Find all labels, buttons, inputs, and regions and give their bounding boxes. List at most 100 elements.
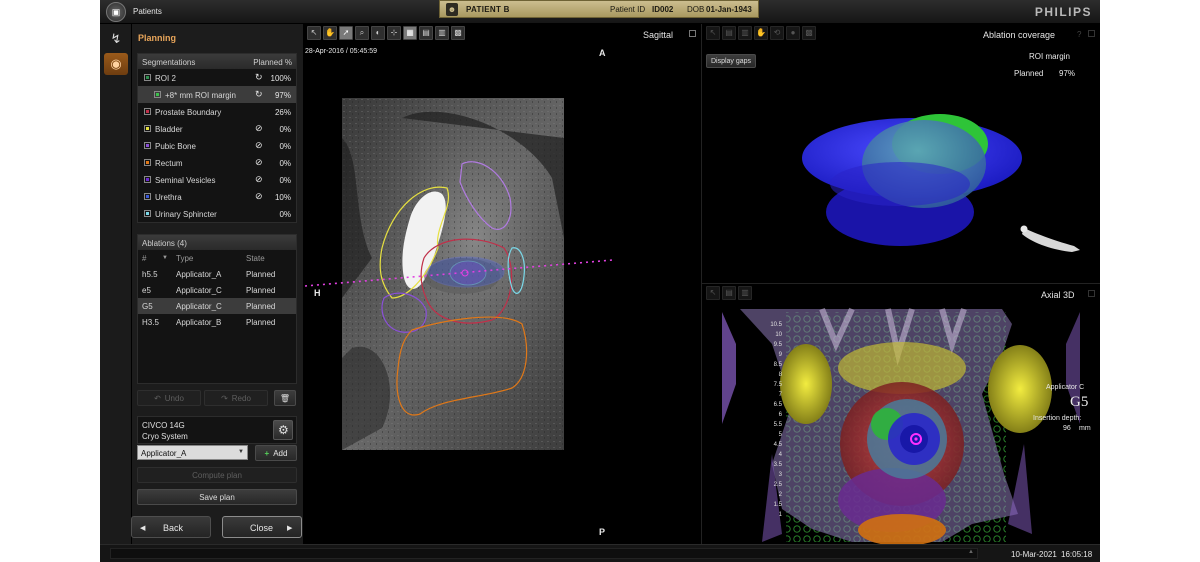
planned-percent: 0% <box>279 159 291 168</box>
grid-row-label: 5.5 <box>773 422 782 428</box>
ablation-row[interactable]: e5 Applicator_C Planned <box>138 282 296 298</box>
device-system: Cryo System <box>142 432 188 441</box>
applicator-select[interactable]: Applicator_A <box>137 445 248 460</box>
grid-row-label: 9 <box>778 352 782 358</box>
segmentation-row[interactable]: Rectum ⊘ 0% <box>138 154 296 171</box>
segmentation-row[interactable]: ROI 2 ↻ 100% <box>138 69 296 86</box>
dob-label: DOB <box>687 5 705 14</box>
patient-name: PATIENT B <box>466 5 510 14</box>
ablation-row[interactable]: h5.5 Applicator_A Planned <box>138 266 296 282</box>
planned-column-header: Planned % <box>253 58 292 67</box>
add-button[interactable]: + Add <box>255 445 297 461</box>
segmentation-row[interactable]: Seminal Vesicles ⊘ 0% <box>138 171 296 188</box>
no-entry-icon[interactable]: ⊘ <box>255 174 263 185</box>
color-swatch <box>144 142 151 149</box>
color-swatch <box>144 108 151 115</box>
planned-percent: 26% <box>274 108 291 117</box>
grid-row-label: 6.5 <box>773 402 782 408</box>
ablation-num: h5.5 <box>142 270 158 279</box>
grid-row-label: 3.5 <box>773 462 782 468</box>
planned-percent: 10% <box>274 193 291 202</box>
sort-arrow-icon[interactable]: ▼ <box>162 255 168 261</box>
segmentation-row[interactable]: Bladder ⊘ 0% <box>138 120 296 137</box>
back-button[interactable]: ◀ Back <box>131 516 211 538</box>
coverage-viewport[interactable]: ↖ ▤ ▥ ✋ ⟲ ● ▩ Ablation coverage ? Displa… <box>701 24 1100 283</box>
segmentation-row[interactable]: Prostate Boundary 26% <box>138 103 296 120</box>
no-entry-icon[interactable]: ⊘ <box>255 123 263 134</box>
planned-percent: 97% <box>274 91 291 100</box>
planned-percent: 0% <box>279 142 291 151</box>
coverage-3d-render <box>802 114 1080 252</box>
grid-row-label: 4.5 <box>773 442 782 448</box>
grid-row-label: 6 <box>778 412 782 418</box>
ablation-row[interactable]: G5 Applicator_C Planned <box>138 298 296 314</box>
edit-circle-icon[interactable]: ↻ <box>255 89 263 100</box>
segmentation-row[interactable]: Urinary Sphincter 0% <box>138 205 296 222</box>
gear-icon: ⚙ <box>278 423 289 437</box>
segmentation-row[interactable]: Pubic Bone ⊘ 0% <box>138 137 296 154</box>
segmentation-row[interactable]: +8* mm ROI margin ↻ 97% <box>138 86 296 103</box>
redo-button[interactable]: ↷ Redo <box>204 390 268 406</box>
needle-trajectory-overlay <box>304 259 614 287</box>
planning-panel: Planning Segmentations Planned % ROI 2 ↻ 1… <box>131 24 303 544</box>
grid-row-label: 7 <box>778 392 782 398</box>
planned-percent: 0% <box>279 210 291 219</box>
segmentation-row[interactable]: Urethra ⊘ 10% <box>138 188 296 205</box>
add-label: Add <box>273 448 288 458</box>
patient-id-label: Patient ID <box>610 5 646 14</box>
no-entry-icon[interactable]: ⊘ <box>255 140 263 151</box>
no-entry-icon[interactable]: ⊘ <box>255 191 263 202</box>
redo-icon: ↷ <box>221 393 228 403</box>
nav-planning-button[interactable]: ◉ <box>104 53 128 75</box>
trash-icon: 🗑 <box>279 393 291 403</box>
segmentations-title: Segmentations <box>142 58 196 67</box>
col-type: Type <box>176 254 194 263</box>
color-swatch <box>144 74 151 81</box>
back-arrow-icon: ◀ <box>140 525 146 532</box>
insertion-depth-label: Insertion depth: <box>1033 415 1082 422</box>
close-button[interactable]: Close ▶ <box>222 516 302 538</box>
grid-row-label: 1.5 <box>773 502 782 508</box>
back-label: Back <box>163 523 184 533</box>
segmentation-name: Pubic Bone <box>155 142 196 151</box>
ablation-row[interactable]: H3.5 Applicator_B Planned <box>138 314 296 330</box>
grid-row-label: 5 <box>778 432 782 438</box>
grid-row-label: 8 <box>778 372 782 378</box>
device-settings-button[interactable]: ⚙ <box>273 420 293 440</box>
grid-row-label: 4 <box>778 452 782 458</box>
ablations-column-header: # ▼ Type State <box>138 250 296 266</box>
color-swatch <box>144 176 151 183</box>
segmentation-name: Bladder <box>155 125 183 134</box>
expand-up-icon[interactable]: ▲ <box>968 549 974 555</box>
cryo-probe-icon: ↯ <box>110 31 122 46</box>
grid-row-label: 10.5 <box>770 322 782 328</box>
status-date: 10-Mar-2021 <box>1011 550 1057 559</box>
segmentation-name: +8* mm ROI margin <box>165 91 236 100</box>
edit-circle-icon[interactable]: ↻ <box>255 72 263 83</box>
grid-row-label: 2 <box>778 492 782 498</box>
insertion-depth-value: 96 <box>1063 425 1071 432</box>
nav-cryo-button[interactable]: ↯ <box>104 28 128 50</box>
home-button[interactable]: ▣ <box>106 2 126 22</box>
app-window: ▣ Patients ☻ PATIENT B Patient ID ID002 … <box>100 0 1100 562</box>
col-state: State <box>246 254 265 263</box>
no-entry-icon[interactable]: ⊘ <box>255 157 263 168</box>
ablation-num: e5 <box>142 286 151 295</box>
segmentation-name: Urinary Sphincter <box>155 210 217 219</box>
ablation-type: Applicator_C <box>176 286 222 295</box>
delete-button[interactable]: 🗑 <box>274 390 296 406</box>
grid-row-label: 8.5 <box>773 362 782 368</box>
axial-viewport[interactable]: ↖ ▤ ▥ F Axial 3D <box>701 283 1100 544</box>
applicator-label: Applicator C <box>1046 384 1085 391</box>
ablations-header: Ablations (4) <box>138 235 296 250</box>
undo-button[interactable]: ↶ Undo <box>137 390 201 406</box>
patient-id: ID002 <box>652 5 674 14</box>
device-info: CIVCO 14G Cryo System ⚙ <box>137 416 297 444</box>
close-label: Close <box>250 523 274 533</box>
sagittal-viewport[interactable]: ↖ ✋ ➚ ⌕ ◐ ⊹ ▦ ▤ ▥ ▩ Sagittal 28-Apr-2016… <box>303 24 701 544</box>
planned-percent: 100% <box>270 74 291 83</box>
compute-plan-button[interactable]: Compute plan <box>137 467 297 483</box>
save-plan-button[interactable]: Save plan <box>137 489 297 505</box>
grid-row-label: 3 <box>778 472 782 478</box>
axial-grid-row-labels: 10.5 10 9.5 9 8.5 8 7.5 7 6.5 6 5.5 5 4.5 4 3.5 3 2.5 2 1.… <box>762 320 782 520</box>
